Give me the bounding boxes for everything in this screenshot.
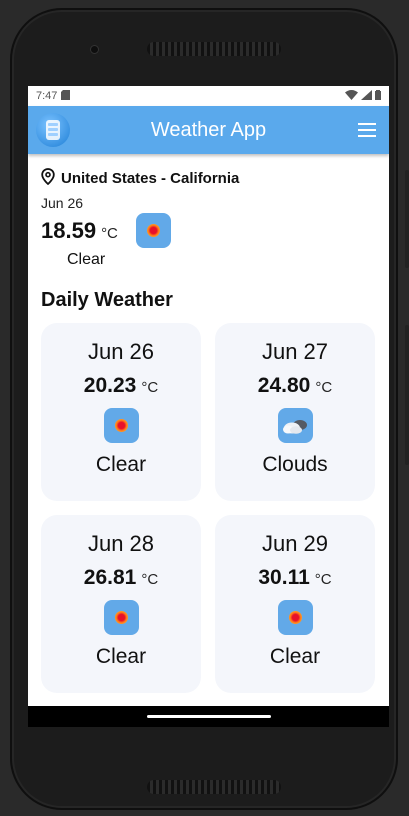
current-temp-unit: °C <box>101 224 118 242</box>
daily-temp-row: 24.80 °C <box>258 374 332 398</box>
daily-date: Jun 28 <box>87 531 155 556</box>
daily-description: Clear <box>269 645 321 668</box>
daily-temp: 26.81 <box>83 566 137 589</box>
current-temp: 18.59 <box>41 217 97 243</box>
signal-icon <box>361 89 372 103</box>
home-gesture-handle[interactable] <box>146 715 271 718</box>
daily-card[interactable]: Jun 28 26.81 °C Clear <box>41 515 201 693</box>
main-content: United States - California Jun 26 18.59 … <box>28 154 389 693</box>
daily-card[interactable]: Jun 29 30.11 °C Clear <box>215 515 375 693</box>
clear-sun-icon <box>146 224 160 237</box>
daily-date: Jun 26 <box>87 339 155 364</box>
location-row: United States - California <box>41 168 376 189</box>
app-logo-icon[interactable] <box>36 113 70 147</box>
front-camera <box>90 45 99 54</box>
daily-temp-unit: °C <box>314 571 332 588</box>
daily-weather-icon <box>103 408 139 443</box>
daily-temp-unit: °C <box>141 379 159 396</box>
daily-temp-unit: °C <box>141 571 159 588</box>
daily-temp-unit: °C <box>315 379 333 396</box>
location-name: United States - California <box>61 170 240 187</box>
daily-weather-icon <box>277 600 313 635</box>
clouds-icon <box>283 419 307 434</box>
daily-temp-row: 30.11 °C <box>258 566 331 590</box>
current-description: Clear <box>67 251 106 268</box>
daily-temp-row: 20.23 °C <box>84 374 158 398</box>
current-date: Jun 26 <box>41 195 84 211</box>
app-screen: 7:47 Weather App United States - Califor… <box>28 86 389 727</box>
daily-card[interactable]: Jun 27 24.80 °C Clouds <box>215 323 375 501</box>
power-button <box>405 170 409 268</box>
clear-sun-icon <box>288 611 302 624</box>
daily-date: Jun 27 <box>261 339 329 364</box>
menu-button[interactable] <box>353 116 381 144</box>
clear-sun-icon <box>114 419 128 432</box>
daily-date: Jun 29 <box>261 531 329 556</box>
daily-temp-row: 26.81 °C <box>84 566 158 590</box>
daily-temp: 20.23 <box>83 374 137 397</box>
daily-weather-title: Daily Weather <box>41 289 173 311</box>
status-bar: 7:47 <box>28 86 389 106</box>
bottom-speaker <box>147 780 281 794</box>
device-frame: 7:47 Weather App United States - Califor… <box>0 0 409 816</box>
app-title: Weather App <box>150 118 267 141</box>
current-weather-icon <box>135 213 171 248</box>
daily-description: Clear <box>95 453 147 476</box>
app-bar: Weather App <box>28 106 389 154</box>
daily-weather-icon <box>277 408 313 443</box>
clear-sun-icon <box>114 611 128 624</box>
daily-temp: 24.80 <box>257 374 311 397</box>
location-pin-icon <box>41 168 55 189</box>
daily-card[interactable]: Jun 26 20.23 °C Clear <box>41 323 201 501</box>
daily-weather-icon <box>103 600 139 635</box>
hamburger-menu-icon <box>358 123 376 137</box>
status-time: 7:47 <box>36 90 58 102</box>
daily-weather-grid: Jun 26 20.23 °C Clear Jun 27 24.80 °C Cl… <box>41 323 376 693</box>
wifi-icon <box>345 89 358 103</box>
battery-icon <box>375 89 381 103</box>
system-nav-bar <box>28 706 389 727</box>
earpiece-speaker <box>147 42 281 56</box>
daily-temp: 30.11 <box>258 566 310 589</box>
daily-description: Clouds <box>262 453 328 476</box>
sd-card-icon <box>61 89 71 103</box>
daily-description: Clear <box>95 645 147 668</box>
volume-button <box>405 325 409 465</box>
current-temp-row: 18.59 °C <box>41 213 376 248</box>
